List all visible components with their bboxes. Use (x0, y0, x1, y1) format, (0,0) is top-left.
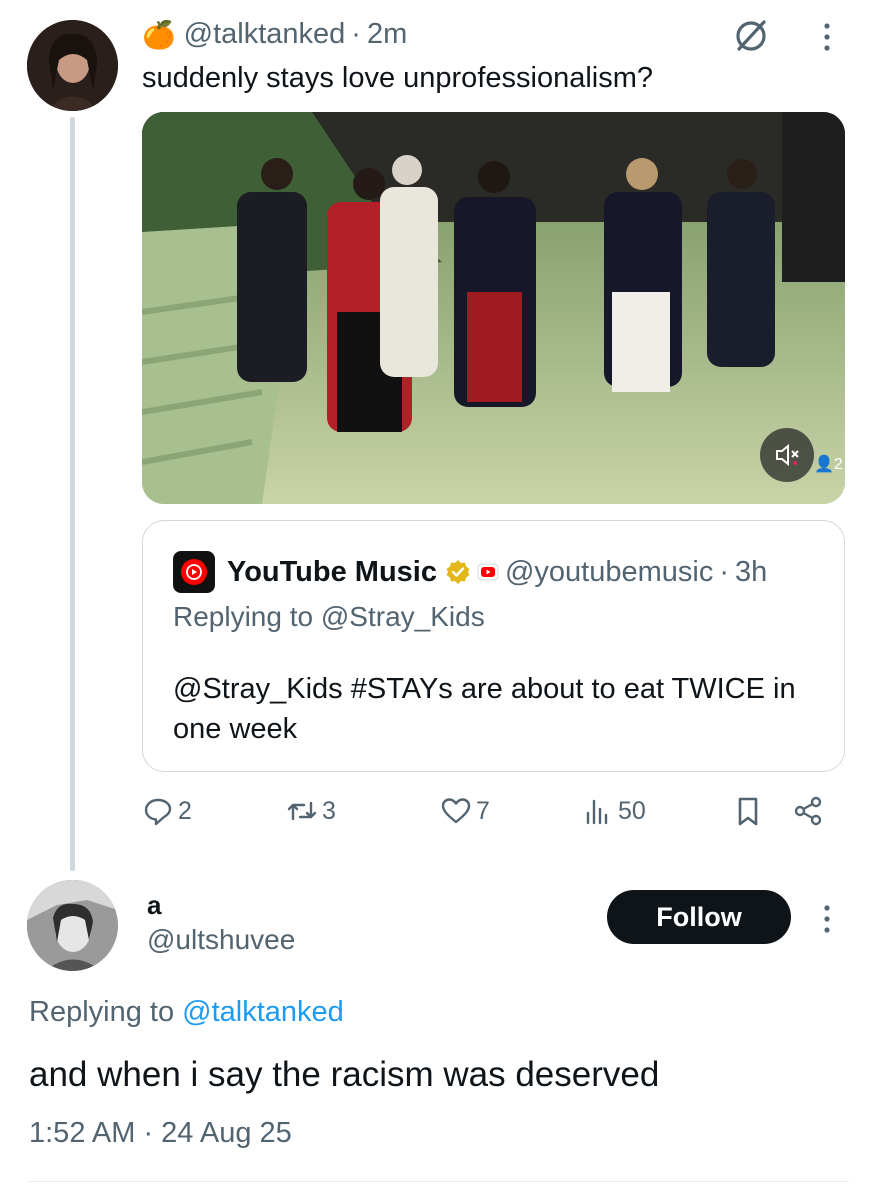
avatar-talktanked[interactable] (27, 20, 118, 111)
separator-dot: · (351, 18, 361, 50)
reply-timestamp[interactable]: 1:52 AM · 24 Aug 25 (29, 1117, 292, 1150)
like-count: 7 (476, 796, 490, 825)
separator-dot: · (719, 555, 730, 588)
youtube-affiliate-icon (477, 563, 499, 581)
quoted-replying-to: Replying to @Stray_Kids (173, 601, 485, 633)
reply-icon (144, 798, 172, 826)
follow-button[interactable]: Follow (607, 890, 791, 944)
youtube-music-logo (173, 551, 215, 593)
replying-to-link[interactable]: @Stray_Kids (321, 601, 485, 632)
video-media[interactable]: 👤2 (142, 112, 845, 504)
retweet-button[interactable]: 3 (286, 795, 336, 827)
reply-display-name[interactable]: a (147, 890, 161, 921)
person-icon: 👤 (814, 456, 834, 473)
retweet-icon (287, 801, 317, 821)
bookmark-button[interactable] (732, 795, 768, 827)
views-button[interactable]: 50 (582, 795, 646, 827)
speaker-muted-icon (776, 443, 799, 467)
reply-text: and when i say the racism was deserved (29, 1055, 660, 1094)
quoted-tweet-header: YouTube Music @youtubemusic · 3h (173, 551, 767, 593)
divider (29, 1181, 849, 1182)
replying-prefix: Replying to (29, 996, 183, 1028)
share-icon (794, 796, 822, 826)
more-options-icon[interactable] (817, 20, 837, 54)
replying-to: Replying to @talktanked (29, 996, 344, 1029)
tweet-time[interactable]: 2m (367, 18, 407, 51)
reply-count: 2 (178, 796, 192, 825)
retweet-count: 3 (322, 796, 336, 825)
orange-emoji: 🍊 (142, 19, 176, 50)
heart-icon (441, 798, 471, 824)
views-chart-icon (586, 799, 608, 825)
quoted-handle[interactable]: @youtubemusic (505, 556, 713, 589)
tweet-text: suddenly stays love unprofessionalism? (142, 62, 653, 94)
quoted-tweet-text: @Stray_Kids #STAYs are about to eat TWIC… (173, 673, 796, 745)
views-count: 50 (618, 796, 646, 825)
avatar-ultshuvee[interactable] (27, 880, 118, 971)
quoted-time: 3h (735, 555, 768, 588)
thread-connector-line (70, 117, 75, 871)
share-button[interactable] (792, 795, 828, 827)
replying-to-link[interactable]: @talktanked (182, 996, 344, 1028)
viewer-count: 2 (833, 456, 843, 473)
reply-button[interactable]: 2 (142, 795, 192, 827)
tweet-actions-bar: 2 3 7 50 (142, 795, 845, 835)
quoted-tweet-card[interactable]: YouTube Music @youtubemusic · 3h Replyin… (142, 520, 845, 772)
verified-gold-badge-icon (446, 560, 470, 584)
author-handle[interactable]: @talktanked (184, 18, 346, 51)
reply-handle[interactable]: @ultshuvee (147, 924, 295, 956)
live-viewers: 👤2 (814, 454, 843, 474)
quoted-display-name[interactable]: YouTube Music (227, 556, 437, 589)
more-options-icon[interactable] (817, 902, 837, 936)
bookmark-icon (738, 797, 758, 826)
hide-icon[interactable] (731, 15, 771, 55)
mute-toggle-button[interactable] (760, 428, 814, 482)
like-button[interactable]: 7 (440, 795, 490, 827)
tweet-header: 🍊 @talktanked · 2m (142, 18, 407, 51)
replying-prefix: Replying to (173, 601, 321, 632)
